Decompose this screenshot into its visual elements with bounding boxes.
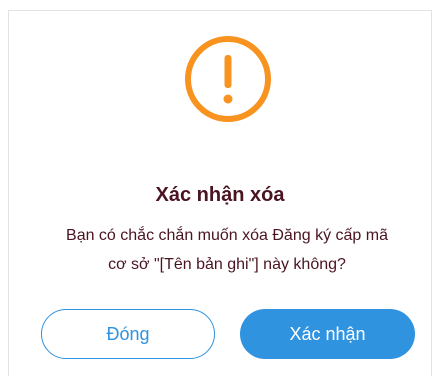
dialog-message: Bạn có chắc chắn muốn xóa Đăng ký cấp mã… [39,221,415,279]
confirm-delete-dialog: Xác nhận xóa Bạn có chắc chắn muốn xóa Đ… [8,10,432,376]
close-button-label: Đóng [106,323,150,344]
warning-icon [185,36,271,122]
dialog-message-line-2: cơ sở "[Tên bản ghi"] này không? [108,256,346,273]
dialog-title: Xác nhận xóa [155,184,285,206]
close-button[interactable]: Đóng [41,309,215,359]
dialog-message-line-1: Bạn có chắc chắn muốn xóa Đăng ký cấp mã [66,227,388,244]
confirm-button[interactable]: Xác nhận [240,309,415,359]
confirm-button-label: Xác nhận [289,323,366,344]
